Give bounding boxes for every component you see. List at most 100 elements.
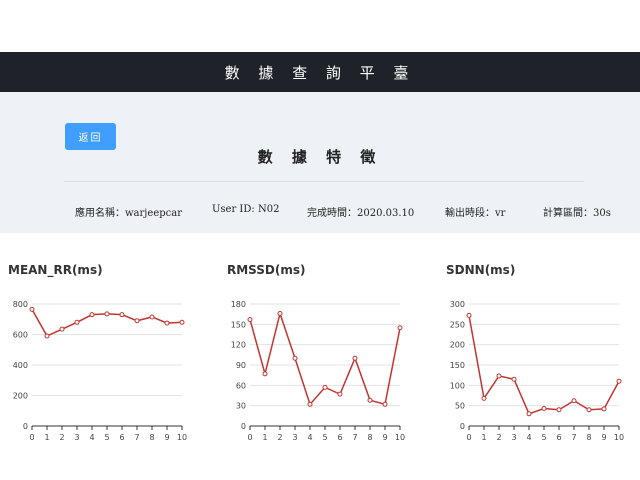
x-tick-label: 1 bbox=[44, 433, 49, 442]
data-point bbox=[104, 311, 110, 317]
x-tick-label: 5 bbox=[104, 433, 109, 442]
data-point bbox=[74, 319, 80, 325]
mean-rr-chart: 0 200 400 600 800 0 1 2 3 4 5 6 7 8 9 10 bbox=[13, 300, 187, 442]
data-point bbox=[179, 319, 185, 325]
y-tick-label: 800 bbox=[13, 300, 28, 309]
completed-time-info: 完成時間：2020.03.10 bbox=[307, 208, 415, 219]
y-tick-label: 0 bbox=[241, 422, 246, 431]
y-tick-label: 100 bbox=[450, 381, 465, 390]
x-tick-label: 2 bbox=[59, 433, 64, 442]
data-point bbox=[481, 395, 487, 401]
data-point bbox=[164, 320, 170, 326]
data-point bbox=[134, 318, 140, 324]
data-point bbox=[149, 314, 155, 320]
data-point bbox=[541, 406, 547, 412]
y-tick-label: 0 bbox=[460, 422, 465, 431]
y-tick-label: 300 bbox=[450, 300, 465, 309]
x-tick-label: 9 bbox=[164, 433, 169, 442]
sdnn-chart: 0 50 100 150 200 250 300 0 1 2 3 4 5 6 7 8 9 10 bbox=[450, 300, 624, 442]
data-point bbox=[59, 326, 65, 332]
data-point bbox=[511, 376, 517, 382]
y-tick-label: 30 bbox=[236, 402, 246, 411]
x-tick-label: 9 bbox=[601, 433, 606, 442]
data-point bbox=[526, 411, 532, 417]
y-tick-label: 180 bbox=[231, 300, 246, 309]
app-title: 數 據 查 詢 平 臺 bbox=[224, 63, 416, 82]
top-navbar: 數 據 查 詢 平 臺 bbox=[0, 52, 640, 92]
data-point bbox=[397, 325, 403, 331]
y-tick-label: 150 bbox=[231, 320, 246, 329]
x-tick-label: 10 bbox=[395, 433, 405, 442]
y-tick-label: 200 bbox=[13, 392, 28, 401]
x-tick-label: 9 bbox=[382, 433, 387, 442]
x-tick-label: 3 bbox=[511, 433, 516, 442]
x-tick-label: 5 bbox=[322, 433, 327, 442]
data-point bbox=[307, 401, 313, 407]
y-tick-label: 400 bbox=[13, 361, 28, 370]
x-tick-label: 0 bbox=[466, 433, 471, 442]
data-point bbox=[292, 355, 298, 361]
data-point bbox=[89, 312, 95, 318]
series-line bbox=[249, 310, 401, 406]
x-tick-label: 2 bbox=[277, 433, 282, 442]
y-tick-label: 90 bbox=[236, 361, 246, 370]
data-point bbox=[586, 407, 592, 413]
x-tick-label: 8 bbox=[149, 433, 154, 442]
x-tick-label: 7 bbox=[571, 433, 576, 442]
x-tick-label: 1 bbox=[481, 433, 486, 442]
data-point bbox=[119, 312, 125, 318]
y-tick-label: 50 bbox=[455, 402, 465, 411]
x-tick-label: 8 bbox=[586, 433, 591, 442]
y-tick-label: 150 bbox=[450, 361, 465, 370]
x-tick-label: 0 bbox=[247, 433, 252, 442]
x-tick-label: 7 bbox=[134, 433, 139, 442]
x-tick-label: 3 bbox=[292, 433, 297, 442]
section-title: 數 據 特 徵 bbox=[257, 148, 383, 166]
x-tick-label: 3 bbox=[74, 433, 79, 442]
data-point bbox=[571, 398, 577, 404]
y-tick-label: 0 bbox=[23, 422, 28, 431]
x-tick-label: 4 bbox=[307, 433, 312, 442]
data-point bbox=[601, 406, 607, 412]
calc-interval-info: 計算區間：30s bbox=[543, 208, 611, 219]
chart-title-mean-rr: MEAN_RR(ms) bbox=[8, 263, 103, 277]
data-point bbox=[556, 407, 562, 413]
y-tick-label: 250 bbox=[450, 320, 465, 329]
x-tick-label: 6 bbox=[556, 433, 561, 442]
app-name-info: 應用名稱：warjeepcar bbox=[75, 208, 182, 219]
data-point bbox=[367, 397, 373, 403]
data-point bbox=[29, 306, 35, 312]
x-tick-label: 6 bbox=[337, 433, 342, 442]
divider bbox=[64, 181, 584, 182]
data-point bbox=[247, 317, 253, 323]
x-tick-label: 1 bbox=[262, 433, 267, 442]
x-tick-label: 0 bbox=[29, 433, 34, 442]
data-point bbox=[277, 310, 283, 316]
rmssd-chart: 0 30 60 90 120 150 180 0 1 2 3 4 5 6 7 8 9 10 bbox=[231, 300, 405, 442]
data-point bbox=[352, 355, 358, 361]
x-tick-label: 8 bbox=[367, 433, 372, 442]
y-tick-label: 60 bbox=[236, 381, 246, 390]
x-tick-label: 4 bbox=[89, 433, 94, 442]
data-point bbox=[382, 401, 388, 407]
x-tick-label: 4 bbox=[526, 433, 531, 442]
x-tick-label: 7 bbox=[352, 433, 357, 442]
data-point bbox=[262, 371, 268, 377]
chart-title-rmssd: RMSSD(ms) bbox=[227, 263, 306, 277]
data-point bbox=[496, 373, 502, 379]
x-tick-label: 2 bbox=[496, 433, 501, 442]
data-point bbox=[337, 391, 343, 397]
chart-title-sdnn: SDNN(ms) bbox=[446, 263, 516, 277]
y-tick-label: 120 bbox=[231, 341, 246, 350]
user-id-info: User ID: N02 bbox=[212, 204, 280, 215]
y-tick-label: 200 bbox=[450, 341, 465, 350]
data-point bbox=[44, 333, 50, 339]
data-point bbox=[322, 384, 328, 390]
x-tick-label: 10 bbox=[614, 433, 624, 442]
x-tick-label: 10 bbox=[177, 433, 187, 442]
data-point bbox=[466, 312, 472, 318]
y-tick-label: 600 bbox=[13, 331, 28, 340]
x-tick-label: 6 bbox=[119, 433, 124, 442]
x-tick-label: 5 bbox=[541, 433, 546, 442]
data-point bbox=[616, 378, 622, 384]
